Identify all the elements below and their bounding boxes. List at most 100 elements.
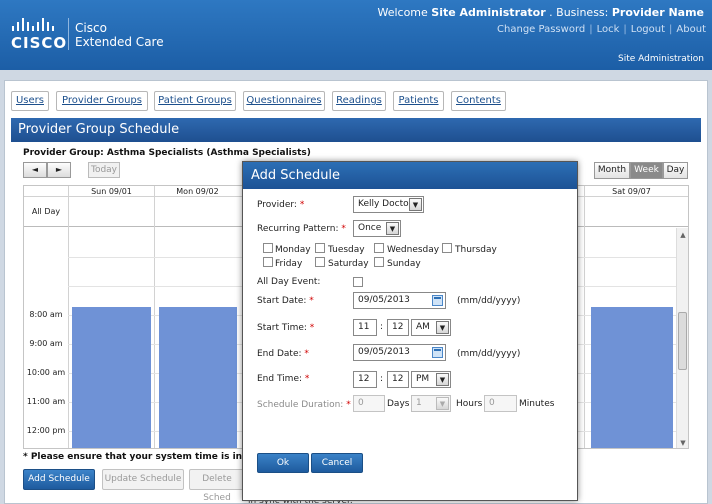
app-name-line1: Cisco	[75, 21, 107, 35]
end-ampm-value: PM	[416, 374, 430, 384]
next-week-button[interactable]: ►	[47, 162, 71, 178]
time-separator: :	[380, 374, 384, 384]
duration-minutes-input[interactable]: 0	[484, 395, 517, 412]
day-header-sun: Sun 09/01	[68, 186, 154, 197]
logout-link[interactable]: Logout	[631, 24, 665, 35]
available-slot-mon[interactable]	[159, 307, 237, 448]
business-name: Provider Name	[611, 6, 704, 19]
tab-patients[interactable]: Patients	[393, 91, 444, 111]
cisco-wordmark: CISCO	[11, 34, 68, 52]
end-date-value: 09/05/2013	[358, 347, 410, 357]
month-view-button[interactable]: Month	[594, 162, 630, 179]
previous-week-button[interactable]: ◄	[23, 162, 47, 178]
time-label: 12:00 pm	[26, 426, 66, 435]
time-label: 10:00 am	[26, 368, 66, 377]
hours-label: Hours	[456, 399, 483, 409]
welcome-text: Welcome Site Administrator . Business: P…	[377, 6, 704, 19]
scroll-down-icon[interactable]: ▼	[677, 438, 688, 448]
checkbox-sunday[interactable]	[374, 257, 384, 267]
time-label: 9:00 am	[29, 339, 63, 348]
tab-readings[interactable]: Readings	[332, 91, 386, 111]
end-date-format-hint: (mm/dd/yyyy)	[457, 349, 521, 359]
app-name: Cisco Extended Care	[75, 21, 164, 49]
start-date-format-hint: (mm/dd/yyyy)	[457, 296, 521, 306]
calendar-icon[interactable]	[432, 295, 443, 306]
recurring-pattern-select[interactable]: Once ▼	[353, 220, 401, 237]
checkbox-thursday[interactable]	[442, 243, 452, 253]
days-label: Days	[387, 399, 410, 409]
ok-button[interactable]: Ok	[257, 453, 309, 473]
duration-hours-select[interactable]: 1 ▼	[411, 395, 451, 412]
tab-questionnaires[interactable]: Questionnaires	[243, 91, 325, 111]
end-time-label: End Time: *	[257, 374, 310, 384]
cancel-button[interactable]: Cancel	[311, 453, 363, 473]
account-links: Change Password | Lock | Logout | About	[497, 24, 706, 35]
business-prefix: . Business:	[549, 6, 609, 19]
all-day-event-checkbox[interactable]	[353, 277, 363, 287]
start-date-label: Start Date: *	[257, 296, 314, 306]
start-ampm-select[interactable]: AM ▼	[411, 319, 451, 336]
week-view-button[interactable]: Week	[630, 162, 663, 179]
end-ampm-select[interactable]: PM ▼	[411, 371, 451, 388]
tab-users[interactable]: Users	[11, 91, 49, 111]
available-slot-sat[interactable]	[591, 307, 673, 448]
wednesday-label: Wednesday	[387, 245, 440, 255]
start-date-input[interactable]: 09/05/2013	[353, 292, 446, 309]
chevron-down-icon: ▼	[409, 198, 422, 211]
cisco-logo: CISCO	[10, 18, 68, 52]
start-ampm-value: AM	[416, 322, 430, 332]
add-schedule-button[interactable]: Add Schedule	[23, 469, 95, 490]
tuesday-label: Tuesday	[328, 245, 365, 255]
friday-label: Friday	[275, 259, 303, 269]
start-minute-input[interactable]: 12	[387, 319, 409, 336]
checkbox-saturday[interactable]	[315, 257, 325, 267]
scroll-up-icon[interactable]: ▲	[677, 230, 688, 240]
cisco-logo-bars-icon	[12, 18, 54, 31]
change-password-link[interactable]: Change Password	[497, 24, 585, 35]
chevron-down-icon: ▼	[436, 397, 449, 410]
tab-patient-groups[interactable]: Patient Groups	[154, 91, 236, 111]
calendar-icon[interactable]	[432, 347, 443, 358]
tab-provider-groups[interactable]: Provider Groups	[56, 91, 148, 111]
schedule-duration-label: Schedule Duration: *	[257, 400, 351, 410]
end-minute-input[interactable]: 12	[387, 371, 409, 388]
monday-label: Monday	[275, 245, 311, 255]
provider-value: Kelly Doctor	[358, 199, 413, 209]
checkbox-tuesday[interactable]	[315, 243, 325, 253]
time-label: 11:00 am	[26, 397, 66, 406]
duration-days-input[interactable]: 0	[353, 395, 385, 412]
about-link[interactable]: About	[676, 24, 706, 35]
calendar-scrollbar[interactable]: ▲ ▼	[676, 228, 688, 448]
start-date-value: 09/05/2013	[358, 295, 410, 305]
checkbox-wednesday[interactable]	[374, 243, 384, 253]
thursday-label: Thursday	[455, 245, 497, 255]
day-header-mon: Mon 09/02	[154, 186, 240, 197]
checkbox-friday[interactable]	[263, 257, 273, 267]
chevron-down-icon: ▼	[386, 222, 399, 235]
logo-divider	[68, 18, 69, 50]
update-schedule-button[interactable]: Update Schedule	[102, 469, 184, 490]
lock-link[interactable]: Lock	[597, 24, 620, 35]
time-separator: :	[380, 322, 384, 332]
site-administration-link[interactable]: Site Administration	[618, 54, 704, 64]
day-view-button[interactable]: Day	[663, 162, 688, 179]
end-date-input[interactable]: 09/05/2013	[353, 344, 446, 361]
available-slot-sun[interactable]	[72, 307, 151, 448]
start-time-label: Start Time: *	[257, 323, 315, 333]
end-hour-input[interactable]: 12	[353, 371, 377, 388]
end-date-label: End Date: *	[257, 349, 309, 359]
delete-schedule-button[interactable]: Delete Sched	[189, 469, 245, 503]
day-header-sat: Sat 09/07	[584, 186, 678, 197]
dialog-title: Add Schedule	[243, 162, 577, 189]
provider-select[interactable]: Kelly Doctor ▼	[353, 196, 424, 213]
chevron-down-icon: ▼	[436, 321, 449, 334]
provider-group-label: Provider Group: Asthma Specialists (Asth…	[23, 148, 311, 158]
tab-contents[interactable]: Contents	[451, 91, 506, 111]
start-hour-input[interactable]: 11	[353, 319, 377, 336]
time-label: 8:00 am	[29, 310, 63, 319]
scroll-thumb[interactable]	[678, 312, 687, 370]
chevron-down-icon: ▼	[436, 373, 449, 386]
saturday-label: Saturday	[328, 259, 369, 269]
checkbox-monday[interactable]	[263, 243, 273, 253]
today-button[interactable]: Today	[88, 162, 120, 178]
